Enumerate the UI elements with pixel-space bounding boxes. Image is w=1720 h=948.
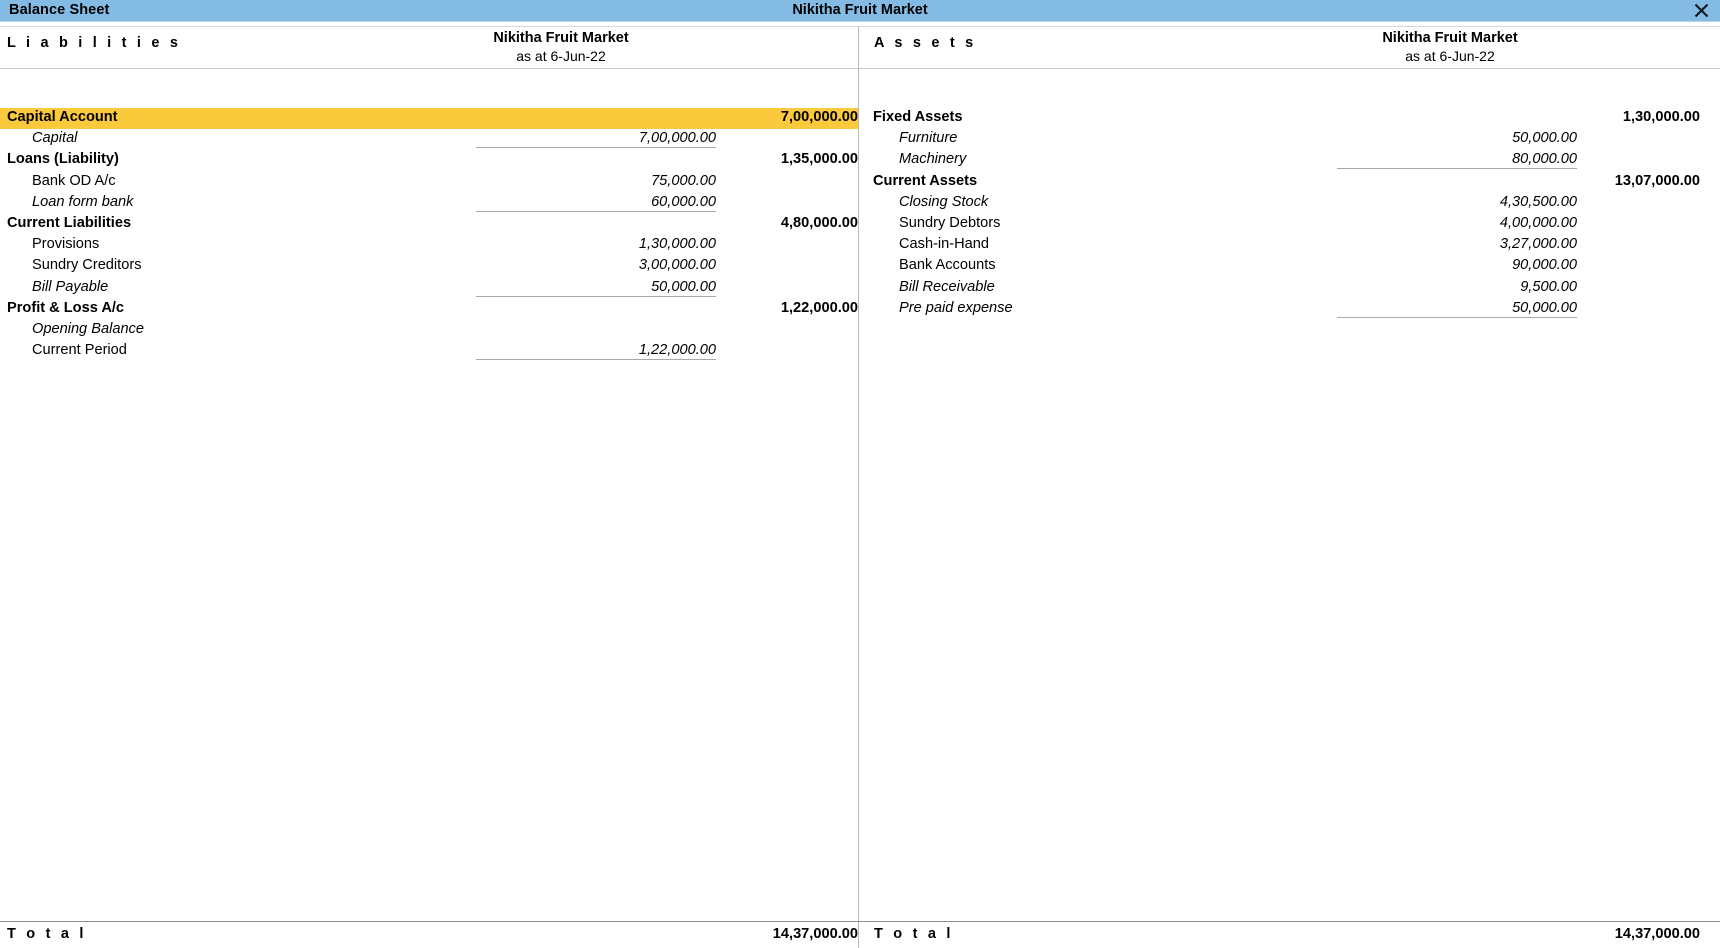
ledger-row[interactable]: Closing Stock 4,30,500.00 [859,193,1720,214]
ledger-row-label: Current Assets [873,172,978,189]
ledger-sub-amount: 75,000.00 [651,172,716,189]
ledger-row-label: Opening Balance [32,320,144,337]
ledger-group-amount: 1,35,000.00 [780,151,858,168]
ledger-row-label: Capital Account [7,109,118,125]
assets-pane: A s s e t s Nikitha Fruit Market as at 6… [858,27,1720,948]
ledger-row-label: Current Period [32,342,127,359]
ledger-row[interactable]: Bank Accounts 90,000.00 [859,256,1720,277]
ledger-sub-amount: 50,000.00 [1337,300,1577,318]
balance-sheet-body: L i a b i l i t i e s Nikitha Fruit Mark… [0,27,1720,948]
ledger-row-label: Loan form bank [32,193,134,210]
assets-company-name: Nikitha Fruit Market [1382,30,1518,46]
ledger-row-label: Cash-in-Hand [899,236,990,253]
ledger-row-label: Fixed Assets [873,109,963,125]
ledger-row-label: Sundry Creditors [32,257,142,274]
liabilities-rows: Capital Account 7,00,000.00 Capital 7,00,00… [0,108,858,362]
ledger-row[interactable]: Sundry Creditors 3,00,000.00 [0,256,858,277]
ledger-row-label: Capital [32,130,78,147]
ledger-row-label: Closing Stock [899,193,989,210]
ledger-row[interactable]: Provisions 1,30,000.00 [0,235,858,256]
ledger-sub-amount: 4,30,500.00 [1499,193,1577,210]
liabilities-total-amount: 14,37,000.00 [772,926,858,942]
assets-column-header: A s s e t s Nikitha Fruit Market as at 6… [859,27,1720,69]
liabilities-company-name: Nikitha Fruit Market [493,30,629,46]
liabilities-company-block: Nikitha Fruit Market as at 6-Jun-22 [346,29,776,65]
liabilities-total-label: T o t a l [7,926,87,942]
window-title-bar: Balance Sheet Nikitha Fruit Market [0,0,1720,22]
totals-row: T o t a l 14,37,000.00 T o t a l 14,37,0… [0,921,1720,948]
assets-rows: Fixed Assets 1,30,000.00 Furniture 50,000.0… [859,108,1720,320]
ledger-group-amount: 13,07,000.00 [1614,172,1700,189]
ledger-group-amount: 7,00,000.00 [780,109,858,125]
liabilities-total-cell: T o t a l 14,37,000.00 [0,922,858,948]
ledger-row[interactable]: Sundry Debtors 4,00,000.00 [859,214,1720,235]
liabilities-column-header: L i a b i l i t i e s Nikitha Fruit Mark… [0,27,858,69]
ledger-row-label: Bill Receivable [899,278,995,295]
ledger-group-amount: 4,80,000.00 [780,214,858,231]
liabilities-heading: L i a b i l i t i e s [7,35,182,51]
ledger-row-label: Bank Accounts [899,257,996,274]
ledger-row-label: Provisions [32,236,100,253]
ledger-sub-amount: 80,000.00 [1337,151,1577,170]
liabilities-pane: L i a b i l i t i e s Nikitha Fruit Mark… [0,27,858,948]
ledger-row[interactable]: Loan form bank 60,000.00 [0,193,858,214]
close-icon [1694,3,1709,18]
ledger-row-label: Current Liabilities [7,214,132,231]
ledger-sub-amount: 3,27,000.00 [1499,236,1577,253]
ledger-sub-amount: 1,30,000.00 [638,236,716,253]
ledger-sub-amount: 7,00,000.00 [476,130,716,149]
close-button[interactable] [1690,0,1712,21]
ledger-sub-amount: 50,000.00 [1512,130,1577,147]
ledger-group-amount: 1,22,000.00 [780,299,858,316]
ledger-row-label: Pre paid expense [899,299,1013,316]
liabilities-header-spacer [0,69,858,108]
ledger-sub-amount: 60,000.00 [476,194,716,212]
ledger-row-label: Bank OD A/c [32,172,116,189]
assets-header-spacer [859,69,1720,108]
ledger-row[interactable]: Current Liabilities 4,80,000.00 [0,214,858,235]
ledger-row[interactable]: Pre paid expense 50,000.00 [859,299,1720,320]
ledger-row[interactable]: Fixed Assets 1,30,000.00 [859,108,1720,129]
ledger-row[interactable]: Capital Account 7,00,000.00 [0,108,858,130]
ledger-row[interactable]: Furniture 50,000.00 [859,129,1720,150]
ledger-row[interactable]: Machinery 80,000.00 [859,150,1720,171]
ledger-row-label: Loans (Liability) [7,151,119,168]
ledger-sub-amount: 1,22,000.00 [476,342,716,361]
company-name-title: Nikitha Fruit Market [792,2,928,18]
ledger-row[interactable]: Current Period 1,22,000.00 [0,341,858,362]
ledger-row[interactable]: Profit & Loss A/c 1,22,000.00 [0,299,858,320]
ledger-row[interactable]: Bank OD A/c 75,000.00 [0,172,858,193]
ledger-row[interactable]: Cash-in-Hand 3,27,000.00 [859,235,1720,256]
assets-as-at-date: as at 6-Jun-22 [1405,48,1495,64]
ledger-sub-amount: 4,00,000.00 [1499,214,1577,231]
ledger-row[interactable]: Loans (Liability) 1,35,000.00 [0,150,858,171]
ledger-sub-amount: 3,00,000.00 [638,257,716,274]
ledger-row-label: Profit & Loss A/c [7,299,125,316]
assets-company-block: Nikitha Fruit Market as at 6-Jun-22 [1235,29,1665,65]
ledger-row-label: Machinery [899,151,967,168]
ledger-row-label: Furniture [899,130,958,147]
assets-total-amount: 14,37,000.00 [1614,926,1700,942]
assets-total-cell: T o t a l 14,37,000.00 [858,922,1720,948]
ledger-row[interactable]: Current Assets 13,07,000.00 [859,172,1720,193]
ledger-row[interactable]: Bill Payable 50,000.00 [0,278,858,299]
ledger-row-label: Bill Payable [32,278,109,295]
ledger-group-amount: 1,30,000.00 [1622,109,1700,125]
ledger-row-label: Sundry Debtors [899,214,1001,231]
ledger-row[interactable]: Bill Receivable 9,500.00 [859,278,1720,299]
ledger-row[interactable]: Capital 7,00,000.00 [0,129,858,150]
ledger-sub-amount: 50,000.00 [476,279,716,297]
ledger-sub-amount: 90,000.00 [1512,257,1577,274]
assets-heading: A s s e t s [874,35,977,51]
liabilities-as-at-date: as at 6-Jun-22 [516,48,606,64]
assets-total-label: T o t a l [874,926,954,942]
ledger-sub-amount: 9,500.00 [1520,278,1577,295]
ledger-row[interactable]: Opening Balance [0,320,858,341]
